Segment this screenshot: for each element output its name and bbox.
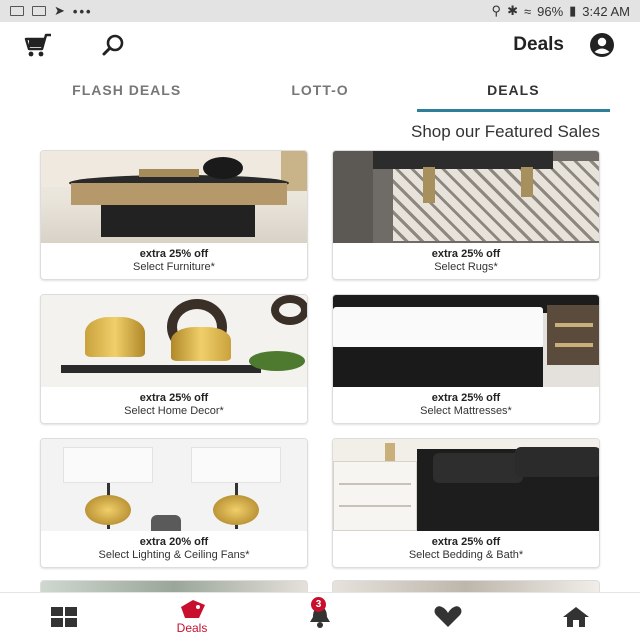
send-icon: ➤	[54, 3, 65, 18]
nav-deals[interactable]: Deals	[147, 594, 237, 640]
account-icon[interactable]	[586, 29, 618, 61]
deals-tabs: FLASH DEALS LOTT-O DEALS	[30, 72, 610, 112]
tab-lott-o[interactable]: LOTT-O	[223, 72, 416, 112]
sale-card-lighting[interactable]: extra 20% off Select Lighting & Ceiling …	[40, 438, 308, 568]
sale-card-rugs[interactable]: extra 25% off Select Rugs*	[332, 150, 600, 280]
sale-card-partial-right[interactable]	[332, 580, 600, 592]
home-icon	[563, 606, 589, 627]
nav-home[interactable]	[531, 594, 621, 640]
card-category-text: Select Bedding & Bath*	[408, 549, 524, 561]
grid-icon	[51, 606, 77, 627]
app-header: Deals	[0, 22, 640, 68]
notification-icon	[10, 6, 24, 16]
card-category-text: Select Furniture*	[133, 261, 215, 273]
status-icons-left: ➤ •••	[10, 3, 93, 19]
image-icon	[32, 6, 46, 16]
card-category-text: Select Rugs*	[434, 261, 498, 273]
card-deal-text: extra 20% off	[139, 536, 209, 548]
card-deal-text: extra 25% off	[139, 248, 209, 260]
tab-flash-deals[interactable]: FLASH DEALS	[30, 72, 223, 112]
sale-card-mattresses[interactable]: extra 25% off Select Mattresses*	[332, 294, 600, 424]
bottom-navigation: Deals 3	[0, 592, 640, 640]
nav-favorites[interactable]	[403, 594, 493, 640]
lighting-image	[41, 439, 307, 531]
card-deal-text: extra 25% off	[431, 392, 501, 404]
location-icon: ⚲	[491, 3, 502, 18]
search-icon[interactable]	[98, 29, 130, 61]
featured-sales-grid: extra 25% off Select Furniture* extra 25…	[40, 150, 600, 568]
more-indicator: •••	[72, 3, 93, 19]
nav-deals-label: Deals	[176, 621, 208, 635]
tab-deals[interactable]: DEALS	[416, 72, 610, 112]
home-decor-image	[41, 295, 307, 387]
card-category-text: Select Home Decor*	[124, 405, 224, 417]
section-title: Shop our Featured Sales	[410, 122, 600, 141]
status-time: 3:42 AM	[582, 3, 630, 19]
battery-icon: ▮	[569, 3, 577, 18]
sale-card-home-decor[interactable]: extra 25% off Select Home Decor*	[40, 294, 308, 424]
mattresses-image	[333, 295, 599, 387]
tag-icon	[181, 600, 205, 618]
rugs-image	[333, 151, 599, 243]
bluetooth-icon: ✱	[507, 3, 518, 18]
card-deal-text: extra 25% off	[139, 392, 209, 404]
card-category-text: Select Mattresses*	[420, 405, 512, 417]
sale-card-furniture[interactable]: extra 25% off Select Furniture*	[40, 150, 308, 280]
heart-icon	[434, 605, 462, 627]
nav-categories[interactable]	[19, 594, 109, 640]
cart-icon[interactable]	[22, 29, 54, 61]
page-title: Deals	[513, 34, 564, 55]
nav-notifications[interactable]: 3	[275, 594, 365, 640]
card-deal-text: extra 25% off	[431, 536, 501, 548]
battery-level: 96%	[537, 3, 564, 19]
sale-card-bedding[interactable]: extra 25% off Select Bedding & Bath*	[332, 438, 600, 568]
card-deal-text: extra 25% off	[431, 248, 501, 260]
sale-card-partial-left[interactable]	[40, 580, 308, 592]
furniture-image	[41, 151, 307, 243]
wifi-icon: ≈	[523, 3, 532, 19]
card-category-text: Select Lighting & Ceiling Fans*	[98, 549, 250, 561]
bedding-image	[333, 439, 599, 531]
notification-count-badge: 3	[311, 596, 326, 612]
status-bar: ➤ ••• ⚲ ✱ ≈ 96% ▮ 3:42 AM	[0, 0, 640, 22]
status-icons-right: ⚲ ✱ ≈ 96% ▮ 3:42 AM	[492, 3, 630, 19]
